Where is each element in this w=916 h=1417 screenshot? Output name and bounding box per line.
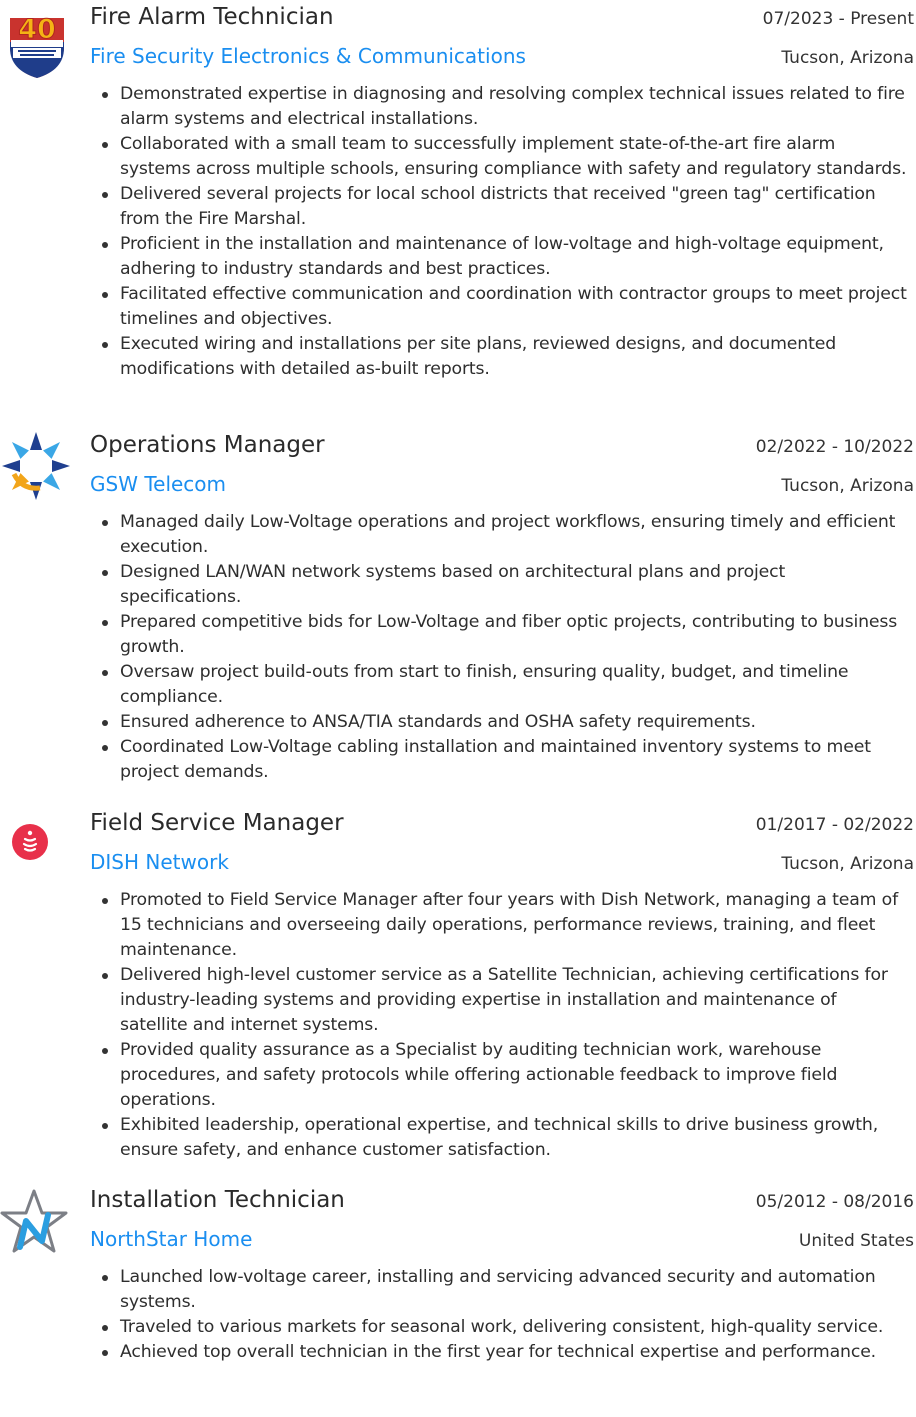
job-bullets: Managed daily Low-Voltage operations and…: [0, 510, 912, 785]
job-header: Installation Technician 05/2012 - 08/201…: [90, 1187, 914, 1221]
job-bullets: Launched low-voltage career, installing …: [0, 1265, 912, 1365]
job-location: Tucson, Arizona: [781, 48, 914, 68]
job-entry: Field Service Manager 01/2017 - 02/2022 …: [0, 810, 916, 1180]
bullet-item: Coordinated Low-Voltage cabling installa…: [0, 735, 912, 785]
job-title: Operations Manager: [90, 432, 325, 458]
bullet-item: Proficient in the installation and maint…: [0, 232, 912, 282]
company-link[interactable]: Fire Security Electronics & Communicatio…: [90, 44, 526, 68]
job-company-row: GSW Telecom Tucson, Arizona: [90, 472, 914, 502]
bullet-item: Ensured adherence to ANSA/TIA standards …: [0, 710, 912, 735]
bullet-item: Managed daily Low-Voltage operations and…: [0, 510, 912, 560]
job-header: Field Service Manager 01/2017 - 02/2022: [90, 810, 914, 844]
northstar-star-icon: [0, 1189, 68, 1253]
job-company-row: NorthStar Home United States: [90, 1227, 914, 1257]
bullet-item: Provided quality assurance as a Speciali…: [0, 1038, 912, 1113]
bullet-item: Demonstrated expertise in diagnosing and…: [0, 82, 912, 132]
bullet-item: Exhibited leadership, operational expert…: [0, 1113, 912, 1163]
svg-text:40: 40: [18, 14, 56, 45]
job-company-row: DISH Network Tucson, Arizona: [90, 850, 914, 880]
bullet-item: Traveled to various markets for seasonal…: [0, 1315, 912, 1340]
job-bullets: Demonstrated expertise in diagnosing and…: [0, 82, 912, 382]
job-dates: 01/2017 - 02/2022: [755, 815, 914, 835]
bullet-item: Prepared competitive bids for Low-Voltag…: [0, 610, 912, 660]
bullet-item: Oversaw project build-outs from start to…: [0, 660, 912, 710]
job-entry: Installation Technician 05/2012 - 08/201…: [0, 1187, 916, 1417]
job-title: Installation Technician: [90, 1187, 345, 1213]
bullet-item: Promoted to Field Service Manager after …: [0, 888, 912, 963]
company-logo: [0, 806, 76, 882]
job-location: Tucson, Arizona: [781, 854, 914, 874]
bullet-item: Collaborated with a small team to succes…: [0, 132, 912, 182]
job-header: Fire Alarm Technician 07/2023 - Present: [90, 4, 914, 38]
job-bullets: Promoted to Field Service Manager after …: [0, 888, 912, 1163]
job-header: Operations Manager 02/2022 - 10/2022: [90, 432, 914, 466]
job-entry: Operations Manager 02/2022 - 10/2022 GSW…: [0, 432, 916, 792]
company-link[interactable]: DISH Network: [90, 850, 229, 874]
gsw-sunburst-icon: [2, 432, 70, 500]
company-logo: [0, 1185, 72, 1261]
bullet-item: Achieved top overall technician in the f…: [0, 1340, 912, 1365]
company-logo: 40: [0, 2, 76, 78]
job-entry: 40 Fire Alarm Technician 07/2023 - Prese…: [0, 4, 916, 409]
bullet-item: Delivered high-level customer service as…: [0, 963, 912, 1038]
bullet-item: Executed wiring and installations per si…: [0, 332, 912, 382]
bullet-item: Delivered several projects for local sch…: [0, 182, 912, 232]
dish-signal-icon: [12, 824, 48, 860]
job-company-row: Fire Security Electronics & Communicatio…: [90, 44, 914, 74]
company-link[interactable]: GSW Telecom: [90, 472, 226, 496]
bullet-item: Facilitated effective communication and …: [0, 282, 912, 332]
company-link[interactable]: NorthStar Home: [90, 1227, 252, 1251]
job-location: United States: [798, 1231, 914, 1251]
job-title: Fire Alarm Technician: [90, 4, 334, 30]
bullet-item: Launched low-voltage career, installing …: [0, 1265, 912, 1315]
fsec-40-years-badge-icon: 40: [10, 14, 64, 78]
job-dates: 07/2023 - Present: [762, 9, 914, 29]
job-dates: 05/2012 - 08/2016: [755, 1192, 914, 1212]
job-title: Field Service Manager: [90, 810, 344, 836]
bullet-item: Designed LAN/WAN network systems based o…: [0, 560, 912, 610]
job-location: Tucson, Arizona: [781, 476, 914, 496]
job-dates: 02/2022 - 10/2022: [755, 437, 914, 457]
company-logo: [0, 428, 74, 504]
